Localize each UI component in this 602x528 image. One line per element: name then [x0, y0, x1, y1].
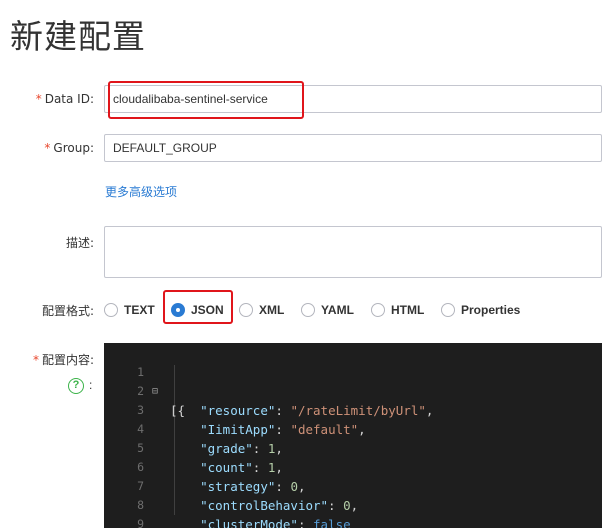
data-id-label: * Data ID:: [35, 92, 94, 106]
radio-circle: [239, 303, 253, 317]
format-radio-yaml[interactable]: YAML: [301, 300, 354, 320]
group-label: * Group:: [44, 141, 94, 155]
group-input[interactable]: DEFAULT_GROUP: [104, 134, 602, 162]
code-line: 4 "grade": 1,: [137, 422, 283, 456]
required-mark: *: [44, 141, 51, 155]
page-title: 新建配置: [10, 17, 146, 56]
code-line: 1 ⊟ [{: [137, 365, 186, 418]
radio-circle: [371, 303, 385, 317]
advanced-options-link[interactable]: 更多高级选项: [105, 183, 177, 200]
radio-circle: [104, 303, 118, 317]
format-radio-html[interactable]: HTML: [371, 300, 424, 320]
radio-circle: [301, 303, 315, 317]
format-radio-text[interactable]: TEXT: [104, 300, 155, 320]
content-label: * 配置内容:: [32, 353, 94, 367]
code-line: 5 "count": 1,: [137, 441, 283, 475]
code-line: 9 }]: [137, 517, 144, 528]
question-circle-icon[interactable]: ?: [68, 378, 84, 394]
code-line: 6 "strategy": 0,: [137, 460, 306, 494]
code-line: 10: [104, 515, 602, 528]
format-radio-properties[interactable]: Properties: [441, 300, 520, 320]
description-textarea[interactable]: [104, 226, 602, 278]
help-colon: :: [89, 378, 93, 392]
config-content-editor[interactable]: 1 ⊟ [{ 2 "resource": "/rateLimit/byUrl",…: [104, 343, 602, 528]
code-line: 2 "resource": "/rateLimit/byUrl",: [137, 384, 434, 418]
json-option-highlight: [163, 290, 233, 324]
code-line: 7 "controlBehavior": 0,: [137, 479, 359, 513]
radio-circle: [441, 303, 455, 317]
format-label: 配置格式:: [41, 304, 94, 318]
description-label: 描述:: [65, 236, 94, 250]
data-id-highlight: [108, 81, 304, 119]
required-mark: *: [32, 353, 39, 367]
code-line: 3 "IimitApp": "default",: [137, 403, 366, 437]
format-radio-xml[interactable]: XML: [239, 300, 284, 320]
code-line: 8 "clusterMode": false: [137, 498, 351, 528]
required-mark: *: [35, 92, 42, 106]
